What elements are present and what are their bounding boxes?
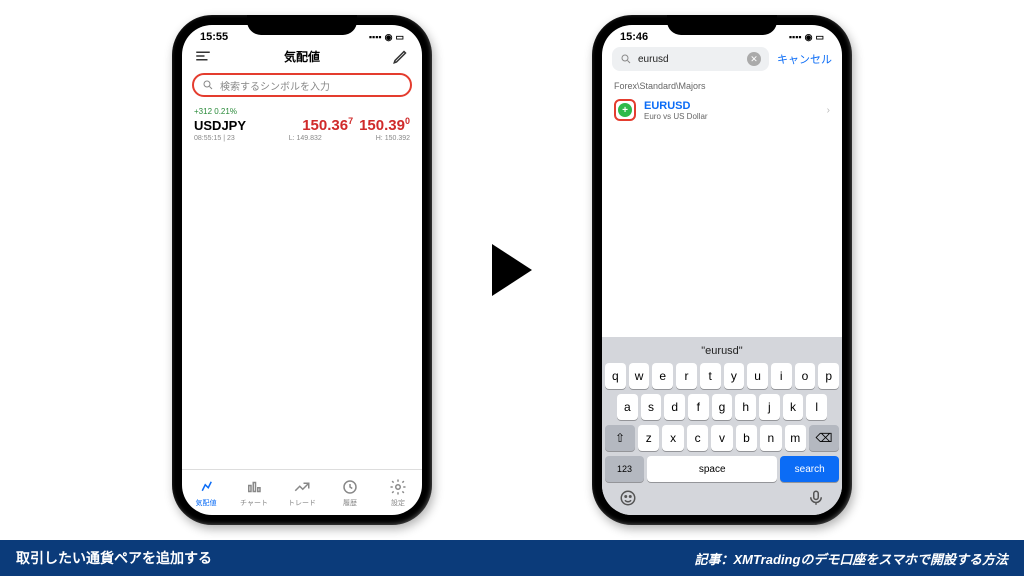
clear-icon[interactable]: ✕ (747, 52, 761, 66)
plus-icon: + (618, 103, 632, 117)
key-e[interactable]: e (652, 363, 673, 389)
key-s[interactable]: s (641, 394, 662, 420)
bid-price: 150.367 (302, 116, 353, 134)
key-r[interactable]: r (676, 363, 697, 389)
cancel-button[interactable]: キャンセル (769, 51, 832, 67)
signal-icon: ▪▪▪▪ (789, 32, 802, 42)
search-value: eurusd (638, 54, 741, 65)
wifi-icon: ◉ (385, 32, 393, 43)
section-header: Forex\Standard\Majors (602, 75, 842, 93)
ask-price: 150.390 (359, 116, 410, 134)
arrow-icon (492, 244, 532, 296)
notch (247, 15, 357, 35)
banner-left: 取引したい通貨ペアを追加する (16, 548, 212, 568)
search-input[interactable]: 検索するシンボルを入力 (192, 73, 412, 97)
key-q[interactable]: q (605, 363, 626, 389)
key-u[interactable]: u (747, 363, 768, 389)
phone-left: 15:55 ▪▪▪▪ ◉ ▭ 気配値 検索するシンボルを入力 +312 0.21… (172, 15, 432, 525)
search-icon (620, 53, 632, 65)
chevron-right-icon: › (827, 105, 830, 116)
tab-settings[interactable]: 設定 (374, 470, 422, 515)
quote-time: 08:55:15 | 23 (194, 135, 235, 142)
key-f[interactable]: f (688, 394, 709, 420)
key-m[interactable]: m (785, 425, 806, 451)
key-d[interactable]: d (664, 394, 685, 420)
quote-high: H: 150.392 (376, 135, 410, 142)
caption-banner: 取引したい通貨ペアを追加する 記事：XMTradingのデモ口座をスマホで開設す… (0, 540, 1024, 576)
quote-change: +312 0.21% (194, 107, 410, 116)
result-symbol: EURUSD (644, 100, 708, 112)
key-z[interactable]: z (638, 425, 659, 451)
edit-icon[interactable] (392, 47, 410, 65)
wifi-icon: ◉ (805, 32, 813, 43)
quote-row[interactable]: +312 0.21% USDJPY 150.367 150.390 08:55:… (182, 101, 422, 148)
key-t[interactable]: t (700, 363, 721, 389)
key-o[interactable]: o (795, 363, 816, 389)
tab-history[interactable]: 履歴 (326, 470, 374, 515)
add-symbol-button[interactable]: + (614, 99, 636, 121)
emoji-icon[interactable] (619, 489, 637, 507)
key-numbers[interactable]: 123 (605, 456, 644, 482)
keyboard: "eurusd" q w e r t y u i o p a s d (602, 337, 842, 515)
mic-icon[interactable] (807, 489, 825, 507)
key-l[interactable]: l (806, 394, 827, 420)
quote-low: L: 149.832 (289, 135, 322, 142)
key-h[interactable]: h (735, 394, 756, 420)
key-i[interactable]: i (771, 363, 792, 389)
tab-trade[interactable]: トレード (278, 470, 326, 515)
tab-bar: 気配値 チャート トレード 履歴 設定 (182, 469, 422, 515)
key-v[interactable]: v (711, 425, 732, 451)
key-x[interactable]: x (662, 425, 683, 451)
key-k[interactable]: k (783, 394, 804, 420)
key-y[interactable]: y (724, 363, 745, 389)
notch (667, 15, 777, 35)
keyboard-suggestion[interactable]: "eurusd" (605, 341, 839, 363)
page-title: 気配値 (284, 48, 320, 65)
key-shift[interactable]: ⇧ (605, 425, 635, 451)
menu-icon[interactable] (194, 47, 212, 65)
banner-right: 記事：XMTradingのデモ口座をスマホで開設する方法 (694, 549, 1008, 568)
key-backspace[interactable]: ⌫ (809, 425, 839, 451)
result-desc: Euro vs US Dollar (644, 112, 708, 121)
search-icon (202, 79, 214, 91)
battery-icon: ▭ (815, 32, 824, 43)
status-time: 15:55 (200, 31, 228, 43)
key-c[interactable]: c (687, 425, 708, 451)
key-g[interactable]: g (712, 394, 733, 420)
key-p[interactable]: p (818, 363, 839, 389)
key-w[interactable]: w (629, 363, 650, 389)
key-space[interactable]: space (647, 456, 777, 482)
tab-chart[interactable]: チャート (230, 470, 278, 515)
key-a[interactable]: a (617, 394, 638, 420)
status-time: 15:46 (620, 31, 648, 43)
battery-icon: ▭ (395, 32, 404, 43)
phone-right: 15:46 ▪▪▪▪ ◉ ▭ eurusd ✕ キャンセル Forex\Stan… (592, 15, 852, 525)
search-result-row[interactable]: + EURUSD Euro vs US Dollar › (602, 93, 842, 127)
search-placeholder: 検索するシンボルを入力 (220, 78, 402, 93)
search-input[interactable]: eurusd ✕ (612, 47, 769, 71)
tab-quotes[interactable]: 気配値 (182, 470, 230, 515)
key-n[interactable]: n (760, 425, 781, 451)
signal-icon: ▪▪▪▪ (369, 32, 382, 42)
key-j[interactable]: j (759, 394, 780, 420)
key-b[interactable]: b (736, 425, 757, 451)
quote-symbol: USDJPY (194, 118, 246, 133)
key-search[interactable]: search (780, 456, 839, 482)
